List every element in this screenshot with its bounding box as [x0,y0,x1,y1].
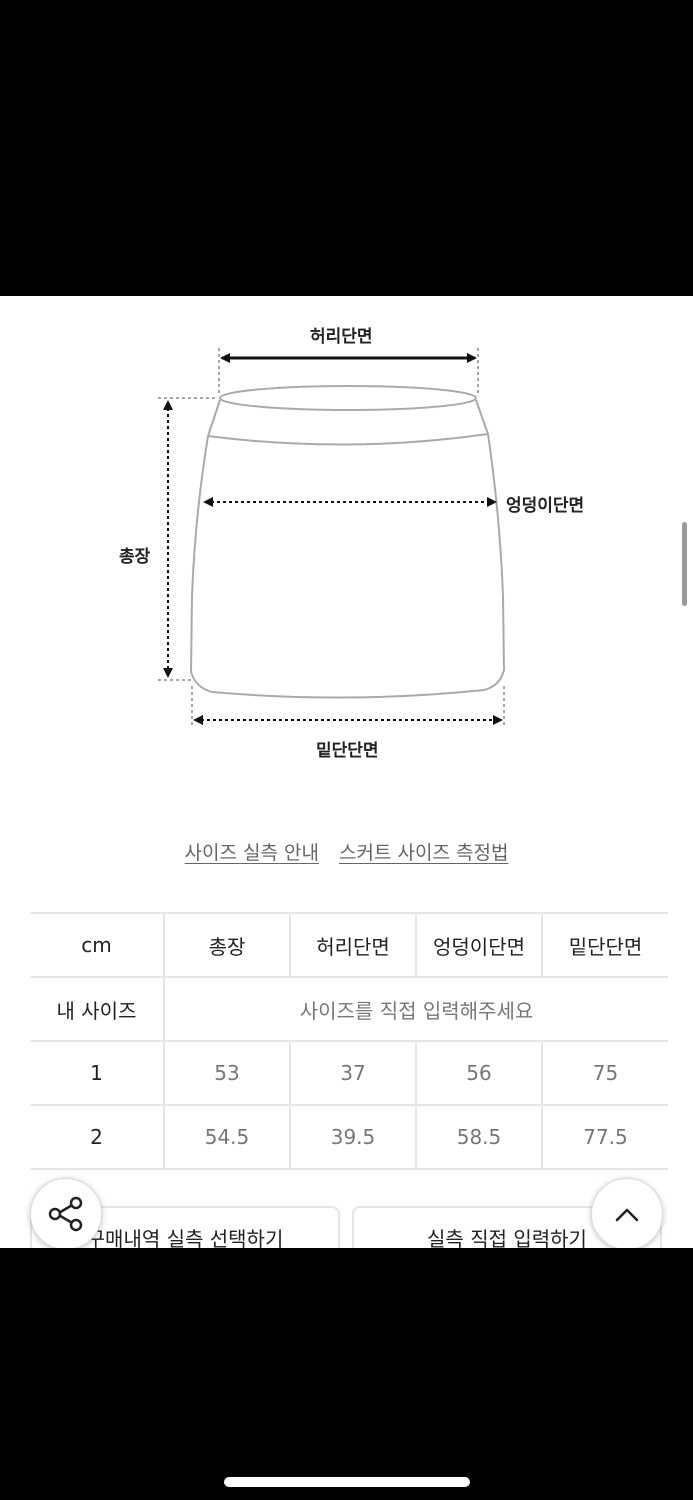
waist-label: 허리단면 [310,327,373,347]
my-size-label: 내 사이즈 [30,977,165,1042]
value-cell: 39.5 [290,1105,417,1170]
skirt-illustration [158,348,506,728]
my-size-row: 내 사이즈 사이즈를 직접 입력해주세요 [30,977,668,1042]
size-cell: 1 [30,1041,165,1106]
share-icon [48,1196,83,1232]
value-cell: 58.5 [416,1105,543,1170]
header-cell-unit: cm [30,912,165,978]
size-table: cm 총장 허리단면 엉덩이단면 밑단단면 내 사이즈 사이즈를 직접 입력해주… [30,912,668,1170]
my-size-input-prompt[interactable]: 사이즈를 직접 입력해주세요 [164,977,668,1042]
length-label: 총장 [119,547,151,567]
value-cell: 37 [290,1041,417,1106]
table-row: 2 54.5 39.5 58.5 77.5 [30,1105,668,1170]
table-header-row: cm 총장 허리단면 엉덩이단면 밑단단면 [30,912,668,978]
measure-guide-link[interactable]: 스커트 사이즈 측정법 [339,842,508,864]
scroll-top-button[interactable] [591,1178,663,1248]
value-cell: 75 [542,1041,668,1106]
table-row: 1 53 37 56 75 [30,1041,668,1106]
product-detail-content: 허리단면 엉덩이단면 총장 밑단단면 사이즈 실측 안내 스커트 사이즈 측정법… [0,296,693,1248]
chevron-up-icon [615,1208,639,1222]
skirt-size-diagram: 허리단면 엉덩이단면 총장 밑단단면 [0,296,693,766]
header-cell-hem: 밑단단면 [542,912,668,978]
hem-label: 밑단단면 [316,741,379,761]
value-cell: 54.5 [164,1105,291,1170]
share-button[interactable] [30,1178,102,1248]
header-cell-length: 총장 [164,912,291,978]
size-cell: 2 [30,1105,165,1170]
home-indicator[interactable] [224,1477,470,1487]
header-cell-hip: 엉덩이단면 [416,912,543,978]
hip-label: 엉덩이단면 [506,496,585,516]
value-cell: 56 [416,1041,543,1106]
value-cell: 53 [164,1041,291,1106]
size-guide-link[interactable]: 사이즈 실측 안내 [185,842,319,864]
header-cell-waist: 허리단면 [290,912,417,978]
scrollbar[interactable] [682,522,687,606]
value-cell: 77.5 [542,1105,668,1170]
size-guide-links: 사이즈 실측 안내 스커트 사이즈 측정법 [0,838,693,865]
